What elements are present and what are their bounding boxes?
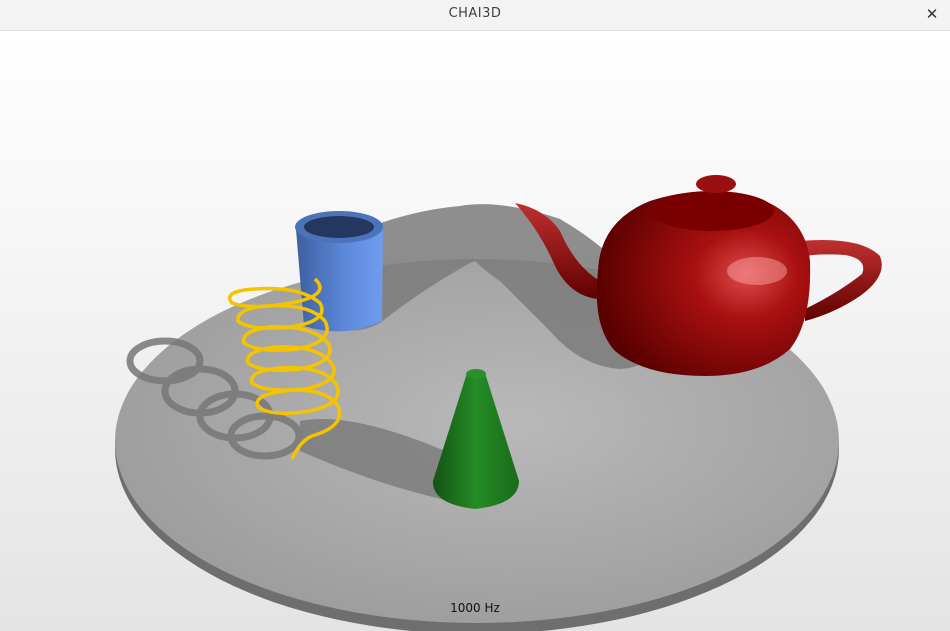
window-title: CHAI3D xyxy=(448,6,502,21)
chai3d-window: CHAI3D ✕ 1000 Hz xyxy=(0,0,950,631)
cylinder-hole xyxy=(304,216,374,238)
teapot-highlight xyxy=(727,257,787,285)
teapot-handle xyxy=(800,240,882,321)
teapot-lid xyxy=(650,191,774,231)
scene-canvas xyxy=(115,175,882,631)
title-bar[interactable]: CHAI3D ✕ xyxy=(0,0,950,31)
haptic-rate-label: 1000 Hz xyxy=(450,601,500,615)
close-icon: ✕ xyxy=(925,5,939,23)
close-button[interactable]: ✕ xyxy=(922,4,942,24)
cylinder[interactable] xyxy=(295,211,383,332)
3d-viewport[interactable]: 1000 Hz xyxy=(0,31,950,631)
cone-tip xyxy=(466,369,486,379)
teapot-knob xyxy=(696,175,736,193)
